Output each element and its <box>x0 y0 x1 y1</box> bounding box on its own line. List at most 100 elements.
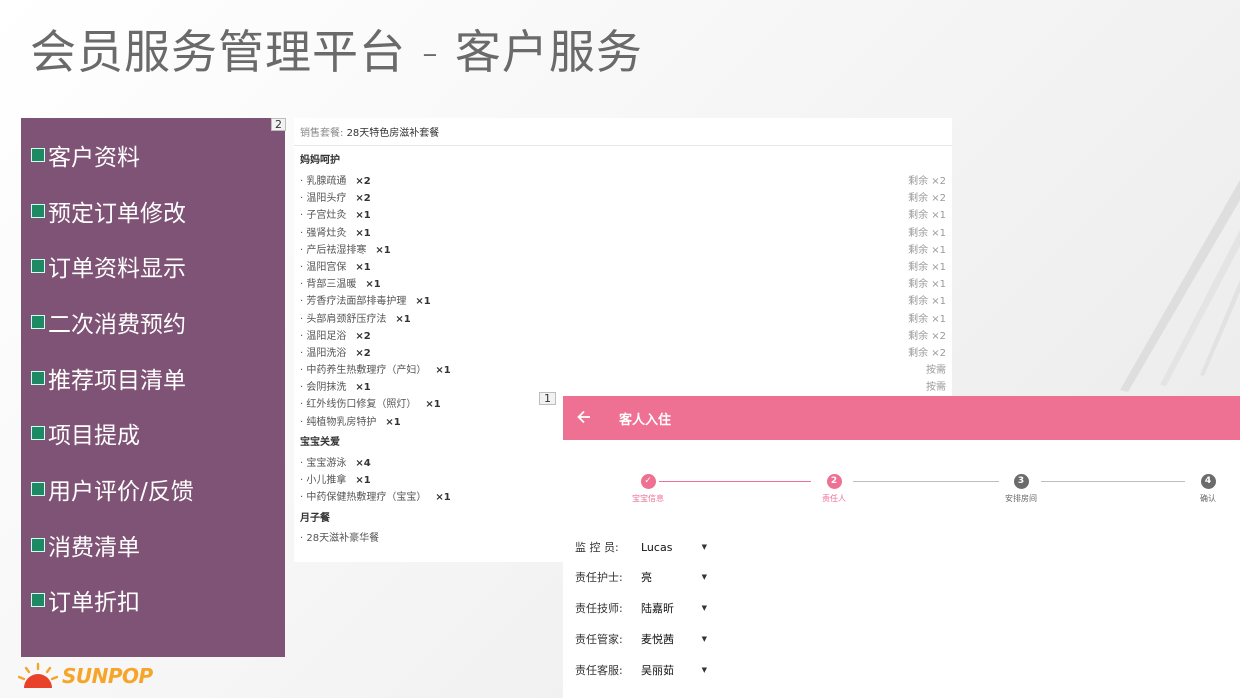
item-qty: ×2 <box>355 176 371 187</box>
page-number-badge: 2 <box>271 118 286 131</box>
item-remaining: 剩余 ×2 <box>908 193 946 205</box>
item-remaining: 剩余 ×2 <box>908 176 946 187</box>
nurse-select[interactable]: 亮 ▼ <box>641 569 707 585</box>
item-qty: ×1 <box>355 261 371 273</box>
item-qty: ×1 <box>425 399 441 411</box>
list-item: · 温阳足浴 ×2 剩余 ×2 <box>294 328 952 345</box>
step-connector <box>853 481 999 482</box>
item-qty: ×4 <box>355 457 371 469</box>
item-name: · 中药养生热敷理疗（产妇） <box>300 365 427 377</box>
item-name: · 强肾灶灸 <box>300 227 347 239</box>
stepper: ✓ 宝宝信息 2 责任人 3 安排房间 4 确认 <box>563 474 1240 514</box>
service-select[interactable]: 吴丽茹 ▼ <box>641 662 707 678</box>
list-item: · 强肾灶灸 ×1 剩余 ×1 <box>294 225 952 242</box>
decorative-streaks <box>1120 180 1240 392</box>
item-remaining: 剩余 ×2 <box>908 330 946 342</box>
list-item: · 温阳头疗 ×2 剩余 ×2 <box>294 190 952 207</box>
bullet-icon <box>31 426 45 440</box>
item-qty: ×2 <box>355 193 371 205</box>
list-item: · 芳香疗法面部排毒护理 ×1 剩余 ×1 <box>294 293 952 310</box>
item-name: · 宝宝游泳 <box>300 457 347 469</box>
menu-item-customer-info[interactable]: 客户资料 <box>31 138 140 172</box>
item-remaining: 剩余 ×1 <box>908 296 946 308</box>
technician-select[interactable]: 陆嘉昕 ▼ <box>641 600 707 616</box>
caret-down-icon: ▼ <box>701 635 707 643</box>
item-name: · 乳腺疏通 <box>300 176 347 187</box>
item-qty: ×2 <box>355 347 371 359</box>
menu-item-consumption-list[interactable]: 消费清单 <box>31 528 140 562</box>
item-name: · 温阳宫保 <box>300 261 347 273</box>
menu-item-recommend-list[interactable]: 推荐项目清单 <box>31 361 186 395</box>
menu-item-commission[interactable]: 项目提成 <box>31 416 140 450</box>
step-number: 4 <box>1200 474 1216 489</box>
list-item: · 温阳宫保 ×1 剩余 ×1 <box>294 259 952 276</box>
package-label: 销售套餐: <box>300 128 344 139</box>
step-responsible[interactable]: 2 责任人 <box>799 474 869 504</box>
list-item: · 会阴抹洗 ×1 按需 <box>294 379 952 396</box>
monitor-select[interactable]: Lucas ▼ <box>641 541 707 554</box>
list-item: · 温阳洗浴 ×2 剩余 ×2 <box>294 345 952 362</box>
item-name: · 芳香疗法面部排毒护理 <box>300 296 407 308</box>
arrow-back-icon[interactable] <box>577 408 607 429</box>
item-name: · 小儿推拿 <box>300 475 347 486</box>
field-label: 责任管家: <box>575 633 623 646</box>
menu-item-order-display[interactable]: 订单资料显示 <box>31 249 186 283</box>
item-remaining: 剩余 ×2 <box>908 347 946 359</box>
bullet-icon <box>31 482 45 496</box>
field-technician: 责任技师: 陆嘉昕 ▼ <box>575 599 707 617</box>
field-label: 责任技师: <box>575 602 623 615</box>
caret-down-icon: ▼ <box>701 573 707 581</box>
step-number: 3 <box>1013 474 1029 489</box>
item-name: · 温阳足浴 <box>300 330 347 342</box>
step-confirm[interactable]: 4 确认 <box>1173 474 1240 504</box>
dialog-title: 客人入住 <box>619 412 672 428</box>
list-item: · 乳腺疏通 ×2 剩余 ×2 <box>294 173 952 190</box>
field-service: 责任客服: 吴丽茹 ▼ <box>575 661 707 679</box>
menu-item-label: 二次消费预约 <box>48 312 186 338</box>
menu-item-label: 消费清单 <box>48 535 140 561</box>
item-qty: ×1 <box>355 210 371 222</box>
item-remaining: 剩余 ×1 <box>908 279 946 291</box>
select-value: 吴丽茹 <box>641 664 674 677</box>
item-qty: ×2 <box>355 330 371 342</box>
item-remaining: 剩余 ×1 <box>908 313 946 325</box>
menu-item-label: 推荐项目清单 <box>48 368 186 394</box>
item-name: · 28天滋补豪华餐 <box>300 533 380 545</box>
item-qty: ×1 <box>365 279 381 291</box>
select-value: Lucas <box>641 540 673 554</box>
sunpop-logo: SUNPOP <box>18 662 153 690</box>
item-name: · 背部三温暖 <box>300 279 357 291</box>
step-baby-info[interactable]: ✓ 宝宝信息 <box>613 474 683 504</box>
dialog-appbar: 客人入住 <box>563 396 1240 440</box>
step-room[interactable]: 3 安排房间 <box>986 474 1056 504</box>
item-qty: ×1 <box>355 475 371 486</box>
menu-item-label: 预定订单修改 <box>48 201 186 227</box>
item-name: · 中药保健热敷理疗（宝宝） <box>300 492 427 504</box>
field-label: 责任客服: <box>575 664 623 677</box>
butler-select[interactable]: 麦悦茜 ▼ <box>641 631 707 647</box>
list-item: · 背部三温暖 ×1 剩余 ×1 <box>294 276 952 293</box>
item-qty: ×1 <box>355 382 371 394</box>
menu-item-second-booking[interactable]: 二次消费预约 <box>31 305 186 339</box>
step-label: 确认 <box>1200 494 1216 503</box>
bullet-icon <box>31 315 45 329</box>
logo-text: SUNPOP <box>62 664 153 688</box>
select-value: 麦悦茜 <box>641 633 674 646</box>
bullet-icon <box>31 371 45 385</box>
menu-item-label: 客户资料 <box>48 145 140 171</box>
menu-item-order-edit[interactable]: 预定订单修改 <box>31 194 186 228</box>
step-number: 2 <box>826 474 842 489</box>
caret-down-icon: ▼ <box>701 666 707 674</box>
item-qty: ×1 <box>435 492 451 504</box>
step-label: 安排房间 <box>1005 494 1037 503</box>
item-qty: ×1 <box>385 416 401 428</box>
caret-down-icon: ▼ <box>701 604 707 612</box>
bullet-icon <box>31 148 45 162</box>
item-name: · 红外线伤口修复（照灯） <box>300 399 417 411</box>
field-nurse: 责任护士: 亮 ▼ <box>575 568 707 586</box>
page-number-badge: 1 <box>539 392 556 405</box>
package-name: 28天特色房滋补套餐 <box>346 128 440 139</box>
menu-item-order-discount[interactable]: 订单折扣 <box>31 583 140 617</box>
menu-item-feedback[interactable]: 用户评价/反馈 <box>31 472 194 506</box>
list-item: · 产后祛湿排寒 ×1 剩余 ×1 <box>294 242 952 259</box>
